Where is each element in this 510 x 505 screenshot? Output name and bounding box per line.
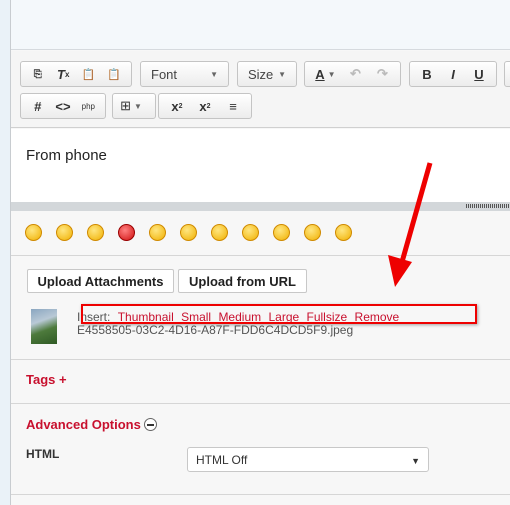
arrow-head xyxy=(388,255,412,287)
annotation-arrow xyxy=(388,162,433,287)
arrow-shaft xyxy=(399,162,433,263)
